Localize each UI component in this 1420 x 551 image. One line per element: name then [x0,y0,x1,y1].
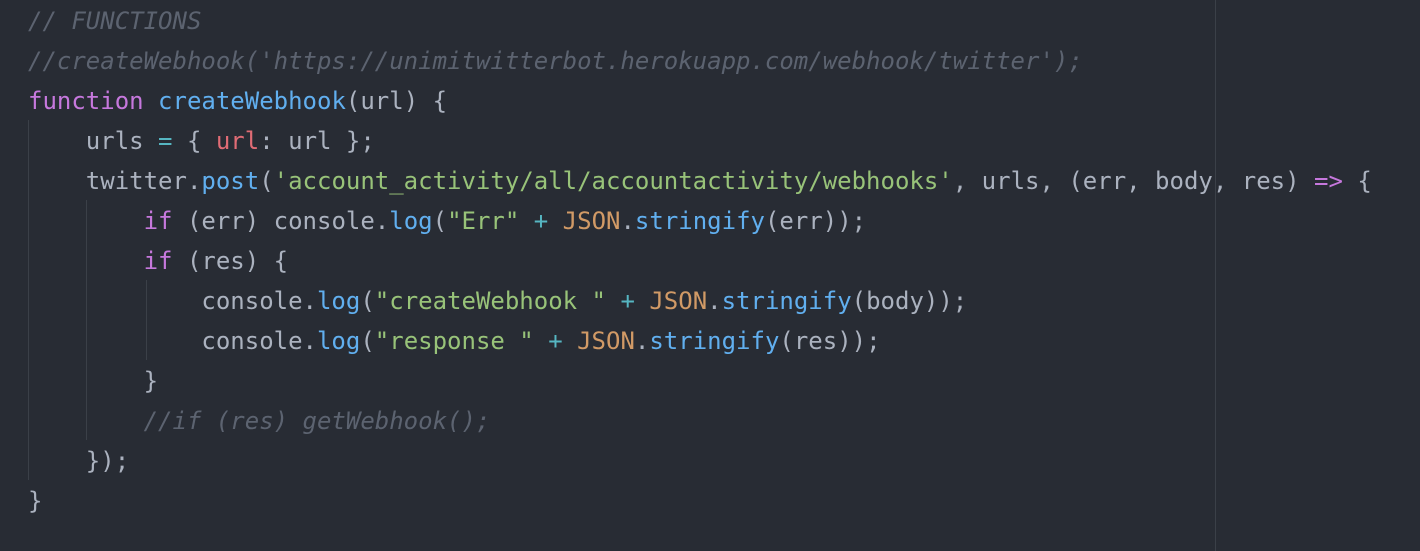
code-line-5[interactable]: twitter.post('account_activity/all/accou… [28,161,1372,201]
code-token: "createWebhook " [374,287,606,315]
code-token: } [28,487,43,515]
code-token: console. [28,287,317,315]
code-token: if [143,207,173,235]
code-token: JSON [577,327,635,355]
code-token: => [1314,167,1343,195]
code-token: + [533,207,549,235]
code-token: (err) console. [172,207,390,235]
code-token: 'account_activity/all/accountactivity/we… [273,167,953,195]
code-editor[interactable]: // FUNCTIONS //createWebhook('https://uni… [0,0,1420,551]
code-token: } [28,367,159,395]
code-token: : url }; [259,127,375,155]
code-token: "Err" [447,207,520,235]
code-token: stringify [649,327,780,355]
code-token: url [215,127,260,155]
code-line-12[interactable]: }); [28,441,129,481]
code-token: twitter. [28,167,202,195]
code-token: createWebhook [158,87,346,115]
code-token: // FUNCTIONS [28,7,202,35]
code-line-1[interactable]: // FUNCTIONS [28,1,201,41]
code-token: log [316,287,361,315]
code-token: { [172,127,216,155]
code-token: JSON [562,207,621,235]
code-token: (err)); [764,207,867,235]
code-token: = [158,127,173,155]
code-token: function [28,87,144,115]
code-token: stringify [721,287,852,315]
code-token: JSON [649,287,708,315]
code-token: (url) { [345,87,448,115]
code-line-10[interactable]: } [28,361,158,401]
code-token: { [1342,167,1372,195]
code-line-8[interactable]: console.log("createWebhook " + JSON.stri… [28,281,967,321]
code-token: (res) { [172,247,289,275]
code-token: ( [432,207,448,235]
code-line-7[interactable]: if (res) { [28,241,289,281]
wrap-guide [1215,0,1216,551]
code-token: }); [28,447,130,475]
code-token: "response " [374,327,534,355]
code-line-6[interactable]: if (err) console.log("Err" + JSON.string… [28,201,867,241]
code-line-2[interactable]: //createWebhook('https://unimitwitterbot… [28,41,1083,81]
code-token: + [620,287,635,315]
code-token: ( [360,327,375,355]
code-token: . [620,207,635,235]
code-token: ( [259,167,274,195]
code-token: . [707,287,722,315]
code-line-13[interactable]: } [28,481,42,521]
code-token: console. [28,327,317,355]
code-token: //createWebhook('https://unimitwitterbot… [28,47,1083,75]
code-token: log [316,327,361,355]
code-token: (body)); [851,287,968,315]
code-token: if [143,247,173,275]
code-line-11[interactable]: //if (res) getWebhook(); [28,401,491,441]
code-token: , urls, (err, body, res) [952,167,1314,195]
code-token: + [548,327,563,355]
code-token: log [389,207,433,235]
code-token: (res)); [779,327,881,355]
code-token: stringify [634,207,765,235]
code-token: . [634,327,650,355]
code-token: post [201,167,260,195]
code-token: urls [28,127,159,155]
code-line-9[interactable]: console.log("response " + JSON.stringify… [28,321,881,361]
code-token: ( [360,287,375,315]
code-line-4[interactable]: urls = { url: url }; [28,121,375,161]
code-token: //if (res) getWebhook(); [143,407,491,435]
code-line-3[interactable]: function createWebhook(url) { [28,81,447,121]
